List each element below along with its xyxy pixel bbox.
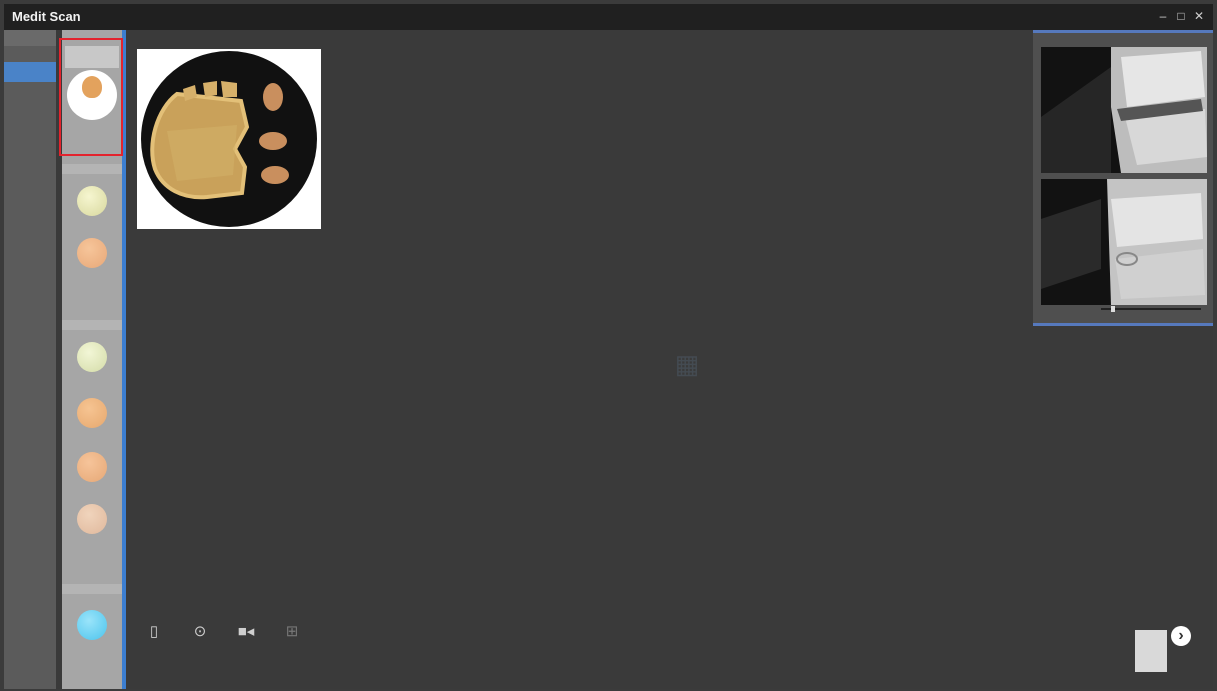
bottom-toolbar: ▯ ⊙ ■◂ ⊞ [140,622,306,646]
shade-swatch [77,452,107,482]
camera-slider[interactable] [1101,308,1201,310]
nav-item-2[interactable] [4,86,56,106]
shade-group-header [62,164,122,174]
nav-item-3[interactable] [4,110,56,130]
scan-preview-image [141,51,317,227]
minimize-icon[interactable]: – [1157,9,1169,23]
shade-item[interactable] [70,234,114,284]
maximize-icon[interactable]: □ [1175,9,1187,23]
shade-item[interactable] [70,500,114,550]
shade-item[interactable] [70,394,114,444]
selected-shade-header [65,46,119,68]
shade-group-header [62,320,122,330]
camera-panel [1033,30,1213,326]
next-step-area[interactable]: › [1133,626,1193,678]
next-arrow-icon[interactable]: › [1171,626,1191,646]
video-icon: ■◂ [237,623,255,640]
shade-swatch [77,504,107,534]
shade-swatch [77,610,107,640]
grid-icon: ⊞ [285,623,299,640]
scan-preview[interactable] [137,49,321,229]
camera-slider-handle[interactable] [1111,306,1115,312]
shade-item[interactable] [70,182,114,232]
tool-reset-button[interactable]: ⊙ [186,622,214,646]
tooth-icon [82,76,102,98]
left-nav [4,30,56,689]
camera-view-top [1041,47,1207,173]
lock-icon: ▯ [149,623,159,640]
shade-swatch [77,186,107,216]
selected-shade-highlight[interactable] [59,38,123,156]
left-nav-header [4,30,56,46]
window-controls: – □ ✕ [1157,9,1205,23]
tool-lock-button[interactable]: ▯ [140,622,168,646]
shade-item[interactable] [70,338,114,388]
center-watermark-icon: ▦ [674,349,700,379]
shade-group-header [62,584,122,594]
title-bar: Medit Scan – □ ✕ [4,4,1213,30]
shade-swatch [77,238,107,268]
shade-swatch [77,398,107,428]
app-title: Medit Scan [12,9,85,24]
shade-item[interactable] [70,448,114,498]
app-title-text: Medit Scan [12,9,81,24]
camera-view-bottom [1041,179,1207,305]
close-icon[interactable]: ✕ [1193,9,1205,23]
tool-video-button[interactable]: ■◂ [232,622,260,646]
nav-item-1[interactable] [4,62,56,82]
selected-shade[interactable] [67,70,117,120]
shade-swatch [77,342,107,372]
shade-item[interactable] [70,606,114,656]
tool-grid-button[interactable]: ⊞ [278,622,306,646]
camera-control-bar [1041,303,1207,315]
reset-icon: ⊙ [193,623,207,640]
next-step-thumbnail [1135,630,1167,672]
